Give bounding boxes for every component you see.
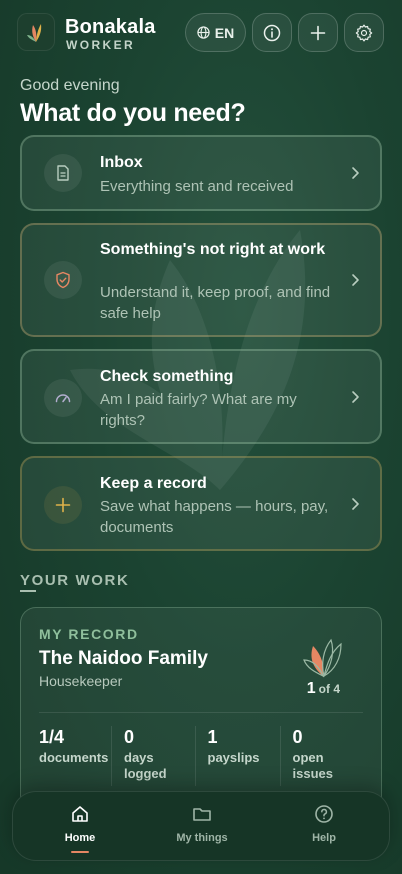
app-logo	[17, 13, 55, 51]
report-problem-subtitle: Understand it, keep proof, and find safe…	[100, 284, 331, 322]
page-title: What do you need?	[20, 99, 246, 127]
nav-help-label: Help	[312, 832, 336, 844]
section-underline	[20, 590, 36, 592]
shield-check-icon	[44, 261, 82, 299]
brand-name: Bonakala	[65, 16, 156, 38]
home-icon	[72, 806, 88, 822]
info-button[interactable]	[252, 13, 292, 52]
stat-value: 1/4	[39, 727, 65, 747]
plus-icon	[44, 486, 82, 524]
nav-active-indicator	[71, 851, 89, 853]
keep-record-card[interactable]: Keep a record Save what happens — hours,…	[20, 456, 382, 551]
nav-my-things-label: My things	[176, 832, 228, 844]
nav-home-label: Home	[64, 832, 96, 844]
plus-icon	[310, 25, 326, 40]
stat-value: 0	[292, 727, 303, 747]
inbox-subtitle: Everything sent and received	[100, 178, 294, 195]
gear-icon	[355, 24, 373, 42]
stat-payslips: 1 payslips	[194, 726, 280, 786]
document-icon	[44, 154, 82, 192]
language-label: EN	[214, 24, 235, 41]
record-progress-total: of 4	[318, 682, 340, 696]
record-progress-current: 1	[306, 680, 316, 697]
stat-documents: 1/4 documents	[39, 726, 111, 786]
folder-icon	[193, 808, 211, 821]
greeting-subtitle: Good evening	[20, 77, 120, 94]
nav-my-things[interactable]: My things	[157, 804, 247, 844]
language-button[interactable]: EN	[185, 13, 246, 52]
inbox-title: Inbox	[100, 154, 143, 171]
check-something-subtitle: Am I paid fairly? What are my rights?	[100, 391, 297, 429]
globe-icon	[197, 26, 210, 39]
stat-value: 1	[207, 727, 218, 747]
logo-leaf-icon	[27, 24, 42, 42]
keep-record-subtitle: Save what happens — hours, pay, document…	[100, 498, 329, 536]
stat-label: documents	[39, 750, 109, 765]
add-button[interactable]	[298, 13, 338, 52]
progress-leaves-icon	[303, 638, 342, 678]
stat-open-issues: 0 open issues	[279, 726, 364, 786]
divider	[39, 712, 363, 713]
stat-label: payslips	[207, 750, 260, 765]
record-label: MY RECORD	[39, 626, 139, 642]
nav-home[interactable]: Home	[35, 804, 125, 844]
gauge-icon	[44, 379, 82, 417]
chevron-right-icon	[352, 274, 359, 286]
check-something-title: Check something	[100, 368, 234, 385]
bottom-nav: Home My things Help	[12, 791, 390, 861]
stat-label: open issues	[292, 750, 333, 781]
record-stats: 1/4 documents 0 days logged 1 payslips 0…	[39, 726, 363, 786]
record-card[interactable]: MY RECORD The Naidoo Family Housekeeper …	[20, 607, 382, 817]
record-progress: 1 of 4	[307, 680, 340, 698]
settings-button[interactable]	[344, 13, 384, 52]
stat-days-logged: 0 days logged	[111, 726, 195, 786]
info-icon	[263, 24, 281, 41]
brand-subtitle: WORKER	[66, 38, 136, 52]
help-circle-icon	[315, 805, 333, 823]
app-header: Bonakala WORKER EN	[0, 0, 402, 64]
employer-name: The Naidoo Family	[39, 648, 208, 669]
chevron-right-icon	[352, 498, 359, 510]
check-something-card[interactable]: Check something Am I paid fairly? What a…	[20, 349, 382, 444]
nav-help[interactable]: Help	[279, 804, 369, 844]
chevron-right-icon	[352, 167, 359, 179]
report-problem-card[interactable]: Something's not right at work Understand…	[20, 223, 382, 337]
stat-label: days logged	[124, 750, 167, 781]
stat-value: 0	[124, 727, 135, 747]
section-title: YOUR WORK	[20, 572, 130, 589]
chevron-right-icon	[352, 391, 359, 403]
inbox-card[interactable]: Inbox Everything sent and received	[20, 135, 382, 211]
job-role: Housekeeper	[39, 673, 123, 689]
keep-record-title: Keep a record	[100, 475, 207, 492]
report-problem-title: Something's not right at work	[100, 241, 326, 258]
